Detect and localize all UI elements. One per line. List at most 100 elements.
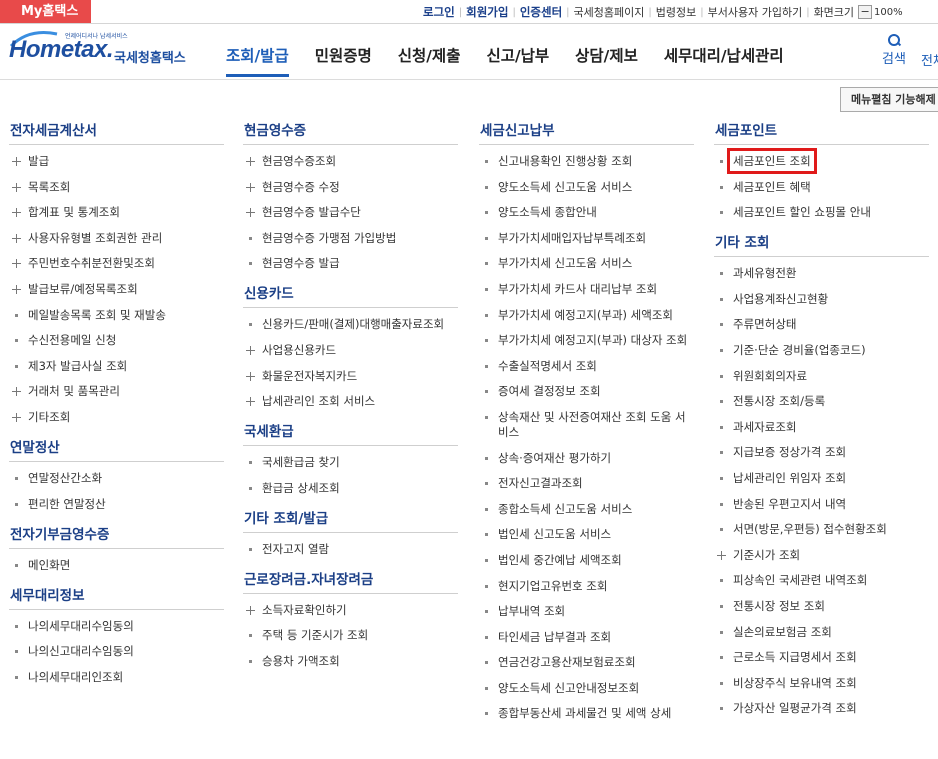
menu-item[interactable]: 수출실적명세서 조회 bbox=[479, 359, 694, 374]
menu-item[interactable]: 양도소득세 신고도움 서비스 bbox=[479, 180, 694, 195]
menu-item[interactable]: 나의세무대리수임동의 bbox=[9, 619, 224, 634]
menu-item[interactable]: 합계표 및 통계조회 bbox=[9, 205, 224, 220]
menu-item[interactable]: 메일발송목록 조회 및 재발송 bbox=[9, 308, 224, 323]
my-hometax-button[interactable]: My홈택스 bbox=[0, 0, 91, 23]
menu-expand-disable-button[interactable]: 메뉴펼침 기능해제 bbox=[840, 87, 938, 112]
menu-item[interactable]: 현금영수증 가맹점 가입방법 bbox=[243, 231, 458, 246]
menu-item[interactable]: 상속재산 및 사전증여재산 조회 도움 서비스 bbox=[479, 410, 694, 440]
login-link[interactable]: 로그인 bbox=[423, 4, 455, 20]
menu-item[interactable]: 비상장주식 보유내역 조회 bbox=[714, 676, 929, 691]
menu-item[interactable]: 신고내용확인 진행상황 조회 bbox=[479, 154, 694, 169]
menu-item[interactable]: 현금영수증조회 bbox=[243, 154, 458, 169]
menu-item[interactable]: 반송된 우편고지서 내역 bbox=[714, 497, 929, 512]
menu-item[interactable]: 지급보증 정상가격 조회 bbox=[714, 445, 929, 460]
menu-item[interactable]: 현금영수증 발급수단 bbox=[243, 205, 458, 220]
menu-item[interactable]: 주민번호수취분전환및조회 bbox=[9, 256, 224, 271]
section-title[interactable]: 현금영수증 bbox=[243, 122, 458, 144]
menu-item[interactable]: 법인세 신고도움 서비스 bbox=[479, 527, 694, 542]
menu-item[interactable]: 상속·증여재산 평가하기 bbox=[479, 451, 694, 466]
menu-item[interactable]: 사업용계좌신고현황 bbox=[714, 292, 929, 307]
menu-item[interactable]: 위원회회의자료 bbox=[714, 369, 929, 384]
menu-item[interactable]: 소득자료확인하기 bbox=[243, 603, 458, 618]
menu-item[interactable]: 발급 bbox=[9, 154, 224, 169]
section-title[interactable]: 전자세금계산서 bbox=[9, 122, 224, 144]
menu-item[interactable]: 기타조회 bbox=[9, 410, 224, 425]
menu-item[interactable]: 부가가치세 예정고지(부과) 세액조회 bbox=[479, 308, 694, 323]
section-title[interactable]: 세무대리정보 bbox=[9, 587, 224, 609]
menu-item[interactable]: 현지기업고유번호 조회 bbox=[479, 579, 694, 594]
hometax-logo[interactable]: 언제어디서나 납세서비스 Hometax. 국세청홈택스 bbox=[9, 30, 189, 70]
dept-user-signup-link[interactable]: 부서사용자 가입하기 bbox=[708, 4, 803, 20]
menu-item[interactable]: 양도소득세 종합안내 bbox=[479, 205, 694, 220]
law-info-link[interactable]: 법령정보 bbox=[656, 4, 696, 20]
menu-item[interactable]: 전자고지 열람 bbox=[243, 542, 458, 557]
menu-item[interactable]: 연말정산간소화 bbox=[9, 471, 224, 486]
menu-item[interactable]: 목록조회 bbox=[9, 180, 224, 195]
section-title[interactable]: 세금포인트 bbox=[714, 122, 929, 144]
menu-item[interactable]: 편리한 연말정산 bbox=[9, 497, 224, 512]
menu-item[interactable]: 실손의료보험금 조회 bbox=[714, 625, 929, 640]
menu-item[interactable]: 전통시장 정보 조회 bbox=[714, 599, 929, 614]
menu-item[interactable]: 환급금 상세조회 bbox=[243, 481, 458, 496]
menu-item[interactable]: 부가가치세매입자납부특례조회 bbox=[479, 231, 694, 246]
menu-item[interactable]: 법인세 중간예납 세액조회 bbox=[479, 553, 694, 568]
menu-item[interactable]: 나의세무대리인조회 bbox=[9, 670, 224, 685]
menu-item[interactable]: 타인세금 납부결과 조회 bbox=[479, 630, 694, 645]
menu-item[interactable]: 서면(방문,우편등) 접수현황조회 bbox=[714, 522, 929, 537]
all-menu-button[interactable]: 전체 bbox=[921, 50, 938, 69]
menu-item[interactable]: 현금영수증 수정 bbox=[243, 180, 458, 195]
section-title[interactable]: 기타 조회/발급 bbox=[243, 510, 458, 532]
menu-item[interactable]: 근로소득 지급명세서 조회 bbox=[714, 650, 929, 665]
menu-item[interactable]: 납세관리인 조회 서비스 bbox=[243, 394, 458, 409]
menu-item-highlighted[interactable]: 세금포인트 조회 bbox=[714, 148, 929, 174]
menu-item[interactable]: 납부내역 조회 bbox=[479, 604, 694, 619]
menu-item[interactable]: 발급보류/예정목록조회 bbox=[9, 282, 224, 297]
menu-item[interactable]: 세금포인트 혜택 bbox=[714, 180, 929, 195]
menu-item[interactable]: 가상자산 일평균가격 조회 bbox=[714, 701, 929, 716]
section-title[interactable]: 전자기부금영수증 bbox=[9, 526, 224, 548]
section-title[interactable]: 세금신고납부 bbox=[479, 122, 694, 144]
search-button[interactable]: 검색 bbox=[879, 34, 909, 67]
menu-item[interactable]: 부가가치세 예정고지(부과) 대상자 조회 bbox=[479, 333, 694, 348]
nav-apply-submit[interactable]: 신청/제출 bbox=[398, 44, 461, 65]
menu-item[interactable]: 납세관리인 위임자 조회 bbox=[714, 471, 929, 486]
nav-report-pay[interactable]: 신고/납부 bbox=[486, 44, 549, 65]
menu-item[interactable]: 화물운전자복지카드 bbox=[243, 369, 458, 384]
menu-item[interactable]: 증여세 결정정보 조회 bbox=[479, 384, 694, 399]
section-title[interactable]: 기타 조회 bbox=[714, 234, 929, 256]
menu-item[interactable]: 과세자료조회 bbox=[714, 420, 929, 435]
menu-item[interactable]: 전자신고결과조회 bbox=[479, 476, 694, 491]
menu-item[interactable]: 종합부동산세 과세물건 및 세액 상세 bbox=[479, 706, 694, 721]
menu-item[interactable]: 메인화면 bbox=[9, 558, 224, 573]
menu-item[interactable]: 주택 등 기준시가 조회 bbox=[243, 628, 458, 643]
menu-item[interactable]: 국세환급금 찾기 bbox=[243, 455, 458, 470]
nav-tax-agent[interactable]: 세무대리/납세관리 bbox=[664, 44, 784, 65]
menu-item[interactable]: 전통시장 조회/등록 bbox=[714, 394, 929, 409]
menu-item[interactable]: 세금포인트 할인 쇼핑몰 안내 bbox=[714, 205, 929, 220]
zoom-out-button[interactable]: − bbox=[858, 5, 873, 19]
menu-item[interactable]: 연금건강고용산재보험료조회 bbox=[479, 655, 694, 670]
menu-item[interactable]: 기준·단순 경비율(업종코드) bbox=[714, 343, 929, 358]
menu-item[interactable]: 과세유형전환 bbox=[714, 266, 929, 281]
nts-homepage-link[interactable]: 국세청홈페이지 bbox=[574, 4, 645, 20]
menu-item[interactable]: 피상속인 국세관련 내역조회 bbox=[714, 573, 929, 588]
menu-item[interactable]: 양도소득세 신고안내정보조회 bbox=[479, 681, 694, 696]
menu-item[interactable]: 거래처 및 품목관리 bbox=[9, 384, 224, 399]
section-title[interactable]: 국세환급 bbox=[243, 423, 458, 445]
cert-center-link[interactable]: 인증센터 bbox=[520, 4, 562, 20]
menu-item[interactable]: 신용카드/판매(결제)대행매출자료조회 bbox=[243, 317, 458, 332]
nav-consult-report[interactable]: 상담/제보 bbox=[575, 44, 638, 65]
menu-item[interactable]: 기준시가 조회 bbox=[714, 548, 929, 563]
menu-item[interactable]: 주류면허상태 bbox=[714, 317, 929, 332]
menu-item[interactable]: 종합소득세 신고도움 서비스 bbox=[479, 502, 694, 517]
menu-item[interactable]: 승용차 가액조회 bbox=[243, 654, 458, 669]
signup-link[interactable]: 회원가입 bbox=[466, 4, 508, 20]
menu-item[interactable]: 부가가치세 카드사 대리납부 조회 bbox=[479, 282, 694, 297]
nav-civil-certificate[interactable]: 민원증명 bbox=[315, 44, 372, 65]
menu-item[interactable]: 현금영수증 발급 bbox=[243, 256, 458, 271]
menu-item[interactable]: 부가가치세 신고도움 서비스 bbox=[479, 256, 694, 271]
section-title[interactable]: 연말정산 bbox=[9, 439, 224, 461]
nav-inquiry-issue[interactable]: 조회/발급 bbox=[226, 44, 289, 77]
menu-item[interactable]: 사용자유형별 조회권한 관리 bbox=[9, 231, 224, 246]
menu-item[interactable]: 나의신고대리수임동의 bbox=[9, 644, 224, 659]
